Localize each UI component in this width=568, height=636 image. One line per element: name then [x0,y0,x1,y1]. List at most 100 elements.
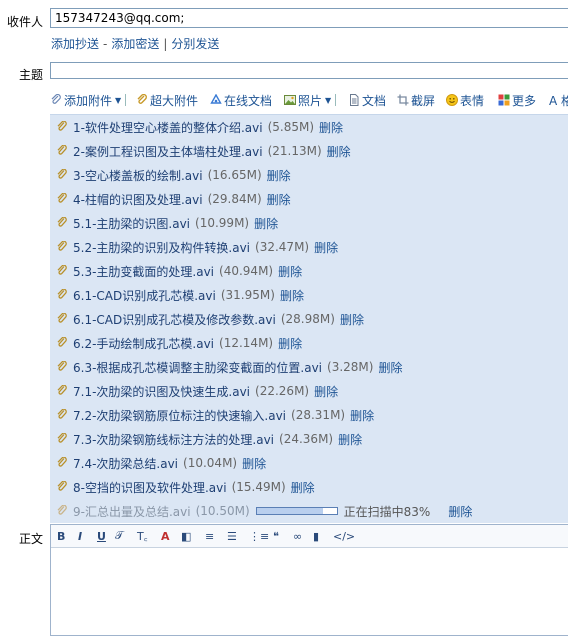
paperclip-icon [57,313,67,325]
attachment-name: 9-汇总出量及总结.avi [73,504,191,519]
attachment-row: 6.3-根据成孔芯模调整主肋梁变截面的位置.avi (3.28M) 删除 [50,355,568,379]
photos-button[interactable]: 照片 ▼ [284,91,337,109]
delete-attachment-link[interactable]: 删除 [378,359,402,376]
screenshot-button[interactable]: 截屏 [397,91,435,109]
attachment-size: (3.28M) [327,360,374,374]
chevron-down-icon[interactable]: ▼ [325,96,331,105]
online-docs-button[interactable]: 在线文档 [210,91,272,109]
attachment-row: 1-软件处理空心楼盖的整体介绍.avi (5.85M) 删除 [50,115,568,139]
more-button[interactable]: 更多 [498,91,536,109]
font-family-button[interactable]: 𝒯 [115,528,123,544]
chevron-down-icon[interactable]: ▼ [115,96,121,105]
add-bcc-link[interactable]: 添加密送 [111,37,159,51]
delete-attachment-link[interactable]: 删除 [448,503,472,520]
bold-button[interactable]: B [57,528,65,544]
align-button[interactable]: ≡ [205,528,214,544]
attachment-list: 1-软件处理空心楼盖的整体介绍.avi (5.85M) 删除 2-案例工程识图及主体墙… [50,114,568,523]
paperclip-icon [57,289,67,301]
paperclip-icon [50,93,62,106]
paperclip-icon [57,433,67,445]
subject-input[interactable] [50,62,568,79]
delete-attachment-link[interactable]: 删除 [267,191,291,208]
attachment-name: 5.2-主肋梁的识别及构件转换.avi [73,240,251,255]
delete-attachment-link[interactable]: 删除 [254,215,278,232]
attachment-name: 5.3-主肋变截面的处理.avi [73,264,215,279]
delete-attachment-link[interactable]: 删除 [314,383,338,400]
attachment-name: 7.2-次肋梁钢筋原位标注的快速输入.avi [73,408,287,423]
delete-attachment-link[interactable]: 删除 [319,119,343,136]
delete-attachment-link[interactable]: 删除 [242,455,266,472]
divider [335,94,337,106]
link-separator: - [103,37,108,51]
attachment-row: 7.1-次肋梁的识图及快速生成.avi (22.26M) 删除 [50,379,568,403]
source-code-button[interactable]: </> [333,528,355,544]
emoji-label: 表情 [460,93,485,108]
attachment-row: 8-空挡的识图及软件处理.avi (15.49M) 删除 [50,475,568,499]
italic-button[interactable]: I [78,528,82,544]
paperclip-icon [57,121,67,133]
attachment-size: (22.26M) [255,384,310,398]
paperclip-icon [57,265,67,277]
ordered-list-button[interactable]: ☰ [227,528,237,544]
delete-attachment-link[interactable]: 删除 [267,167,291,184]
editor-toolbar: B I U 𝒯 T꜀ A ◧ ≡ ☰ ⋮≡ ❝ ∞ ▮ </> [51,525,568,548]
body-editor[interactable]: B I U 𝒯 T꜀ A ◧ ≡ ☰ ⋮≡ ❝ ∞ ▮ </> [50,524,568,636]
add-attachment-button[interactable]: 添加附件 ▼ [50,91,127,109]
delete-attachment-link[interactable]: 删除 [314,239,338,256]
recipient-links: 添加抄送 - 添加密送 | 分别发送 [51,35,219,52]
emoji-button[interactable]: 表情 [446,91,484,109]
format-button[interactable]: A 格 [549,91,568,109]
paperclip-icon [57,193,67,205]
attachment-size: (40.94M) [219,264,274,278]
format-label: A 格 [549,93,568,108]
scan-progress-bar [255,507,338,515]
unordered-list-button[interactable]: ⋮≡ [249,528,269,544]
attachment-name: 6.1-CAD识别成孔芯模及修改参数.avi [73,312,276,327]
delete-attachment-link[interactable]: 删除 [350,407,374,424]
send-separately-link[interactable]: 分别发送 [171,37,219,51]
paperclip-icon [57,361,67,373]
attachment-row: 5.1-主肋梁的识图.avi (10.99M) 删除 [50,211,568,235]
attachment-size: (24.36M) [279,432,334,446]
attachment-size: (29.84M) [207,192,262,206]
delete-attachment-link[interactable]: 删除 [280,287,304,304]
delete-attachment-link[interactable]: 删除 [278,263,302,280]
underline-button[interactable]: U [97,528,106,544]
attachment-row: 7.2-次肋梁钢筋原位标注的快速输入.avi (28.31M) 删除 [50,403,568,427]
insert-button[interactable]: ▮ [313,528,319,544]
delete-attachment-link[interactable]: 删除 [291,479,315,496]
attachment-size: (16.65M) [207,168,262,182]
paperclip-icon [57,409,67,421]
background-color-button[interactable]: ◧ [181,528,191,544]
attachment-name: 6.1-CAD识别成孔芯模.avi [73,288,216,303]
paperclip-icon [57,169,67,181]
font-color-button[interactable]: A [161,528,170,544]
attachment-size: (10.04M) [183,456,238,470]
delete-attachment-link[interactable]: 删除 [338,431,362,448]
paperclip-icon [57,481,67,493]
attachment-size: (32.47M) [255,240,310,254]
attachment-row: 6.1-CAD识别成孔芯模及修改参数.avi (28.98M) 删除 [50,307,568,331]
attachment-row: 5.3-主肋变截面的处理.avi (40.94M) 删除 [50,259,568,283]
link-button[interactable]: ∞ [293,528,302,544]
attachment-size: (21.13M) [267,144,322,158]
attachment-name: 6.3-根据成孔芯模调整主肋梁变截面的位置.avi [73,360,323,375]
pending-attachment-row: 9-汇总出量及总结.avi (10.50M) 正在扫描中83% 删除 [50,499,568,523]
attachment-size: (28.98M) [280,312,335,326]
scan-progress-fill [256,508,324,514]
attachment-size: (31.95M) [220,288,275,302]
recipient-value: 157347243@qq.com; [55,11,185,25]
recipient-input[interactable]: 157347243@qq.com; [50,8,568,28]
docs-button[interactable]: 文档 [348,91,386,109]
delete-attachment-link[interactable]: 删除 [340,311,364,328]
delete-attachment-link[interactable]: 删除 [327,143,351,160]
attachment-size: (10.99M) [195,216,250,230]
font-size-button[interactable]: T꜀ [137,528,148,544]
attachment-name: 2-案例工程识图及主体墙柱处理.avi [73,144,263,159]
attachment-size: (15.49M) [231,480,286,494]
recipient-label: 收件人 [6,15,43,29]
add-cc-link[interactable]: 添加抄送 [51,37,99,51]
quote-button[interactable]: ❝ [273,528,279,544]
delete-attachment-link[interactable]: 删除 [278,335,302,352]
big-attachment-button[interactable]: 超大附件 [136,91,198,109]
